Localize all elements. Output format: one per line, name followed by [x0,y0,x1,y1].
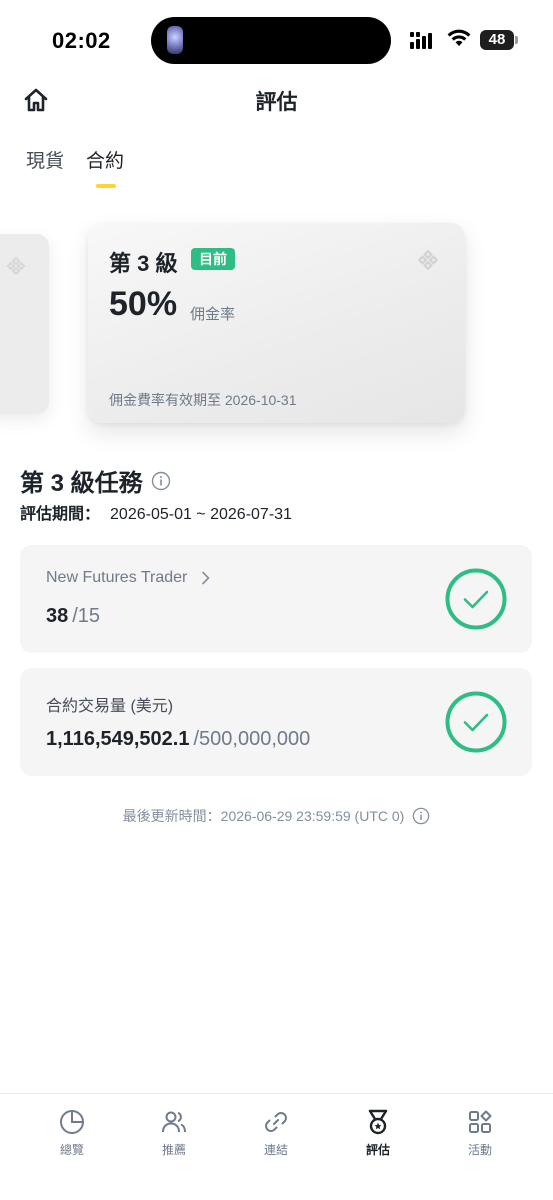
task-progress: 1,116,549,502.1/500,000,000 [46,728,310,751]
previous-tier-card[interactable] [0,234,49,414]
tab-futures-label: 合約 [86,151,125,172]
last-update-text: 最後更新時間：2026-06-29 23:59:59 (UTC 0) [122,808,405,824]
users-icon [162,1111,186,1133]
nav-label: 總覽 [59,1143,84,1157]
active-tab-indicator [96,184,117,188]
task-name: New Futures Trader [46,569,211,587]
cellular-signal-icon [410,32,432,49]
pie-chart-icon [60,1110,84,1134]
task-progress: 38/15 [46,605,100,628]
commission-rate-label: 佣金率 [190,306,236,323]
task-name: 合約交易量 (美元) [46,692,173,716]
status-bar: 02:02 48 [0,0,553,80]
status-time: 02:02 [52,28,111,53]
nav-item-links[interactable]: 連結 [231,1108,321,1158]
info-icon[interactable] [151,471,171,491]
tab-spot[interactable]: 現貨 [26,148,64,188]
task-card-futures-volume: 合約交易量 (美元) 1,116,549,502.1/500,000,000 [20,668,532,776]
flashlight-icon [167,26,183,54]
nav-label: 推薦 [161,1143,186,1157]
task-target-value: /15 [72,605,101,627]
info-icon[interactable] [412,807,430,825]
task-name-text: New Futures Trader [46,569,188,586]
page-title: 評估 [255,91,298,114]
nav-item-overview[interactable]: 總覽 [27,1108,117,1158]
grid-icon [469,1110,492,1133]
rate-valid-until: 佣金費率有效期至 2026-10-31 [109,392,297,408]
nav-label: 連結 [263,1143,288,1157]
nav-label: 評估 [365,1143,390,1157]
check-circle-icon [445,568,507,630]
battery-indicator: 48 [480,30,518,50]
check-circle-icon [445,691,507,753]
binance-logo-icon [6,256,26,276]
bottom-nav: 總覽 推薦 連結 評估 活動 [0,1093,553,1200]
tier-level: 第 3 級 [109,251,178,276]
nav-item-assessment[interactable]: 評估 [333,1108,423,1158]
last-update: 最後更新時間：2026-06-29 23:59:59 (UTC 0) [0,806,553,826]
nav-item-activities[interactable]: 活動 [435,1108,525,1158]
task-name-text: 合約交易量 (美元) [46,698,174,715]
market-tabs: 現貨 合約 [26,148,124,192]
tab-spot-label: 現貨 [26,151,65,172]
evaluation-period: 評估期間： 2026-05-01 ~ 2026-07-31 [20,500,292,524]
link-icon [265,1112,287,1132]
task-card-new-futures-trader[interactable]: New Futures Trader 38/15 [20,545,532,653]
dynamic-island [151,17,391,64]
wifi-icon [447,29,471,46]
header: 評估 [0,80,553,120]
period-label: 評估期間： [20,506,101,523]
battery-level: 48 [480,30,514,50]
period-value: 2026-05-01 ~ 2026-07-31 [110,506,292,523]
nav-item-referral[interactable]: 推薦 [129,1108,219,1158]
task-current-value: 1,116,549,502.1 [46,728,190,750]
tab-futures[interactable]: 合約 [86,148,124,188]
current-badge: 目前 [191,248,235,270]
chevron-right-icon [202,571,211,585]
nav-label: 活動 [467,1143,492,1157]
section-title-text: 第 3 級任務 [20,470,143,497]
binance-logo-icon [417,249,439,271]
medal-icon [368,1109,388,1135]
section-title: 第 3 級任務 [20,463,171,498]
task-target-value: /500,000,000 [193,728,311,750]
current-tier-card[interactable]: 第 3 級 目前 50% 佣金率 佣金費率有效期至 2026-10-31 [88,223,465,423]
task-current-value: 38 [46,605,69,627]
commission-rate: 50% [109,285,178,323]
